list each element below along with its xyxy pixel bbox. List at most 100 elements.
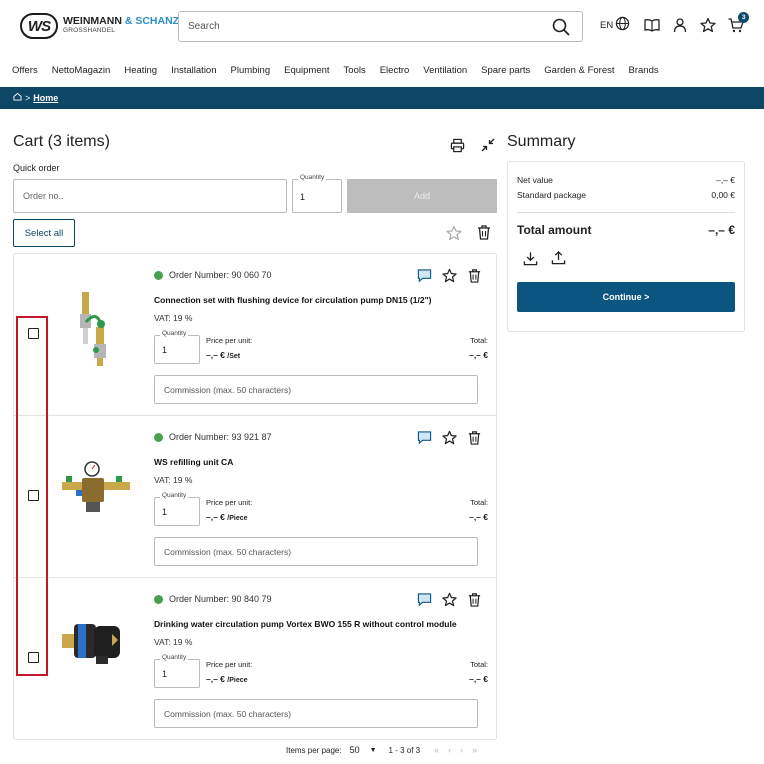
- quantity-value: 1: [162, 669, 168, 679]
- logo-mark: WS: [20, 13, 58, 39]
- first-page-icon[interactable]: «: [434, 745, 448, 755]
- star-icon[interactable]: [700, 17, 716, 33]
- price-per-unit-label: Price per unit:: [206, 660, 253, 669]
- cart-icon[interactable]: 3: [728, 12, 750, 33]
- order-number: Order Number: 90 840 79: [154, 594, 272, 604]
- comment-icon[interactable]: [417, 268, 432, 286]
- nav-brands[interactable]: Brands: [629, 65, 659, 76]
- product-name[interactable]: Connection set with flushing device for …: [154, 295, 431, 305]
- product-name[interactable]: WS refilling unit CA: [154, 457, 233, 467]
- company-logo[interactable]: WS WEINMANN & SCHANZ GROSSHANDEL: [20, 13, 179, 39]
- quantity-label: Quantity: [160, 654, 189, 661]
- nav-offers[interactable]: Offers: [12, 65, 38, 76]
- nav-tools[interactable]: Tools: [344, 65, 366, 76]
- select-all-button[interactable]: Select all: [13, 219, 75, 247]
- breadcrumb-separator: >: [25, 92, 31, 103]
- quantity-field[interactable]: Quantity 1: [154, 492, 200, 526]
- items-per-page-select[interactable]: 50: [350, 745, 360, 755]
- last-page-icon[interactable]: »: [472, 745, 486, 755]
- next-page-icon[interactable]: ›: [460, 745, 472, 755]
- nav-equipment[interactable]: Equipment: [284, 65, 329, 76]
- logo-schanz: & SCHANZ: [124, 15, 180, 27]
- print-icon[interactable]: [450, 138, 465, 156]
- pagination: Items per page: 50 ▼ 1 - 3 of 3 «‹›»: [286, 745, 486, 755]
- star-icon[interactable]: [446, 225, 462, 244]
- total-amount: –,– €: [708, 223, 735, 237]
- catalog-icon[interactable]: [644, 17, 660, 33]
- price-per-unit: –,– € /Piece: [206, 512, 248, 522]
- caret-down-icon[interactable]: ▼: [370, 747, 377, 754]
- nav-electro[interactable]: Electro: [380, 65, 410, 76]
- nav-installation[interactable]: Installation: [171, 65, 216, 76]
- trash-icon[interactable]: [467, 430, 482, 448]
- nav-spare-parts[interactable]: Spare parts: [481, 65, 530, 76]
- comment-icon[interactable]: [417, 430, 432, 448]
- nav-ventilation[interactable]: Ventilation: [423, 65, 467, 76]
- star-icon[interactable]: [442, 268, 457, 286]
- nav-plumbing[interactable]: Plumbing: [231, 65, 271, 76]
- item-total: –,– €: [469, 350, 488, 360]
- collapse-icon[interactable]: [481, 138, 495, 155]
- add-button[interactable]: Add: [347, 179, 497, 213]
- price-value: –,– €: [206, 674, 225, 684]
- quick-order-quantity[interactable]: Quantity 1: [292, 174, 342, 213]
- star-icon[interactable]: [442, 592, 457, 610]
- trash-icon[interactable]: [467, 592, 482, 610]
- order-number-input[interactable]: [13, 179, 287, 213]
- nav-garden-forest[interactable]: Garden & Forest: [544, 65, 614, 76]
- commission-input[interactable]: [154, 375, 478, 404]
- cart-title: Cart (3 items): [13, 133, 110, 150]
- price-value: –,– €: [206, 350, 225, 360]
- availability-dot: [154, 594, 163, 604]
- product-name[interactable]: Drinking water circulation pump Vortex B…: [154, 619, 457, 629]
- commission-input[interactable]: [154, 537, 478, 566]
- total-label: Total:: [470, 336, 488, 345]
- order-number: Order Number: 93 921 87: [154, 432, 272, 442]
- nav-nettomagazin[interactable]: NettoMagazin: [52, 65, 111, 76]
- product-image[interactable]: [56, 600, 136, 690]
- trash-icon[interactable]: [467, 268, 482, 286]
- cart-item: Order Number: 93 921 87 WS refilling uni…: [14, 416, 496, 578]
- cart-item: Order Number: 90 840 79 Drinking water c…: [14, 578, 496, 740]
- summary-divider: [517, 212, 735, 213]
- nav-heating[interactable]: Heating: [124, 65, 157, 76]
- commission-input[interactable]: [154, 699, 478, 728]
- trash-icon[interactable]: [476, 224, 492, 243]
- price-per-unit-label: Price per unit:: [206, 336, 253, 345]
- continue-button[interactable]: Continue >: [517, 282, 735, 312]
- order-number: Order Number: 90 060 70: [154, 270, 272, 280]
- quick-order-label: Quick order: [13, 163, 60, 173]
- items-per-page-label: Items per page:: [286, 745, 342, 755]
- language-selector[interactable]: EN: [600, 16, 630, 34]
- quantity-field[interactable]: Quantity 1: [154, 654, 200, 688]
- order-number-text: Order Number: 93 921 87: [169, 432, 272, 442]
- logo-subtitle: GROSSHANDEL: [63, 27, 116, 34]
- product-image[interactable]: [56, 438, 136, 528]
- user-icon[interactable]: [672, 17, 688, 33]
- quantity-field[interactable]: Quantity 1: [154, 330, 200, 364]
- comment-icon[interactable]: [417, 592, 432, 610]
- home-icon[interactable]: [13, 92, 22, 103]
- quantity-value: 1: [300, 192, 306, 202]
- breadcrumb-home-link[interactable]: Home: [33, 93, 58, 103]
- product-image[interactable]: [56, 282, 136, 372]
- net-value-row: Net value –,– €: [517, 175, 735, 185]
- search-input[interactable]: [179, 12, 539, 41]
- total-label: Total:: [470, 498, 488, 507]
- page-range: 1 - 3 of 3: [388, 745, 421, 755]
- net-value: –,– €: [716, 175, 735, 185]
- order-number-text: Order Number: 90 060 70: [169, 270, 272, 280]
- quantity-label: Quantity: [160, 492, 189, 499]
- upload-icon[interactable]: [551, 250, 566, 268]
- vat-label: VAT: 19 %: [154, 637, 193, 647]
- search-icon[interactable]: [552, 18, 570, 39]
- star-icon[interactable]: [442, 430, 457, 448]
- quantity-value: 1: [162, 345, 168, 355]
- globe-icon: [615, 16, 630, 34]
- page-navigation: «‹›»: [434, 745, 486, 755]
- total-label: Total:: [470, 660, 488, 669]
- prev-page-icon[interactable]: ‹: [448, 745, 460, 755]
- summary-title: Summary: [507, 133, 576, 150]
- download-icon[interactable]: [523, 251, 538, 269]
- item-total: –,– €: [469, 674, 488, 684]
